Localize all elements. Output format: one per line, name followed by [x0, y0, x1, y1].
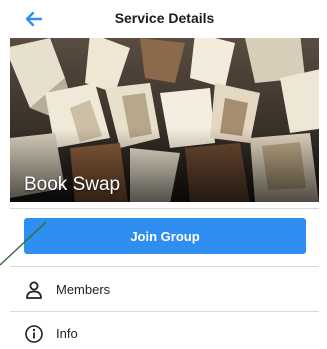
app-screen: Service Details Book Swap Join Group Mem…: [10, 0, 319, 349]
top-bar: Service Details: [10, 0, 319, 38]
divider: [10, 208, 319, 209]
menu-item-members[interactable]: Members: [10, 270, 319, 310]
page-title: Service Details: [114, 10, 215, 26]
divider: [10, 311, 319, 312]
menu-item-info[interactable]: Info: [10, 314, 319, 349]
menu-item-label: Members: [56, 282, 111, 297]
person-icon: [26, 281, 42, 299]
group-title: Book Swap: [24, 174, 121, 195]
info-circle-icon: [25, 325, 43, 343]
divider: [10, 266, 319, 267]
hero-image: Book Swap: [10, 38, 319, 202]
menu-item-label: Info: [56, 326, 78, 341]
join-group-button[interactable]: Join Group: [24, 218, 306, 254]
